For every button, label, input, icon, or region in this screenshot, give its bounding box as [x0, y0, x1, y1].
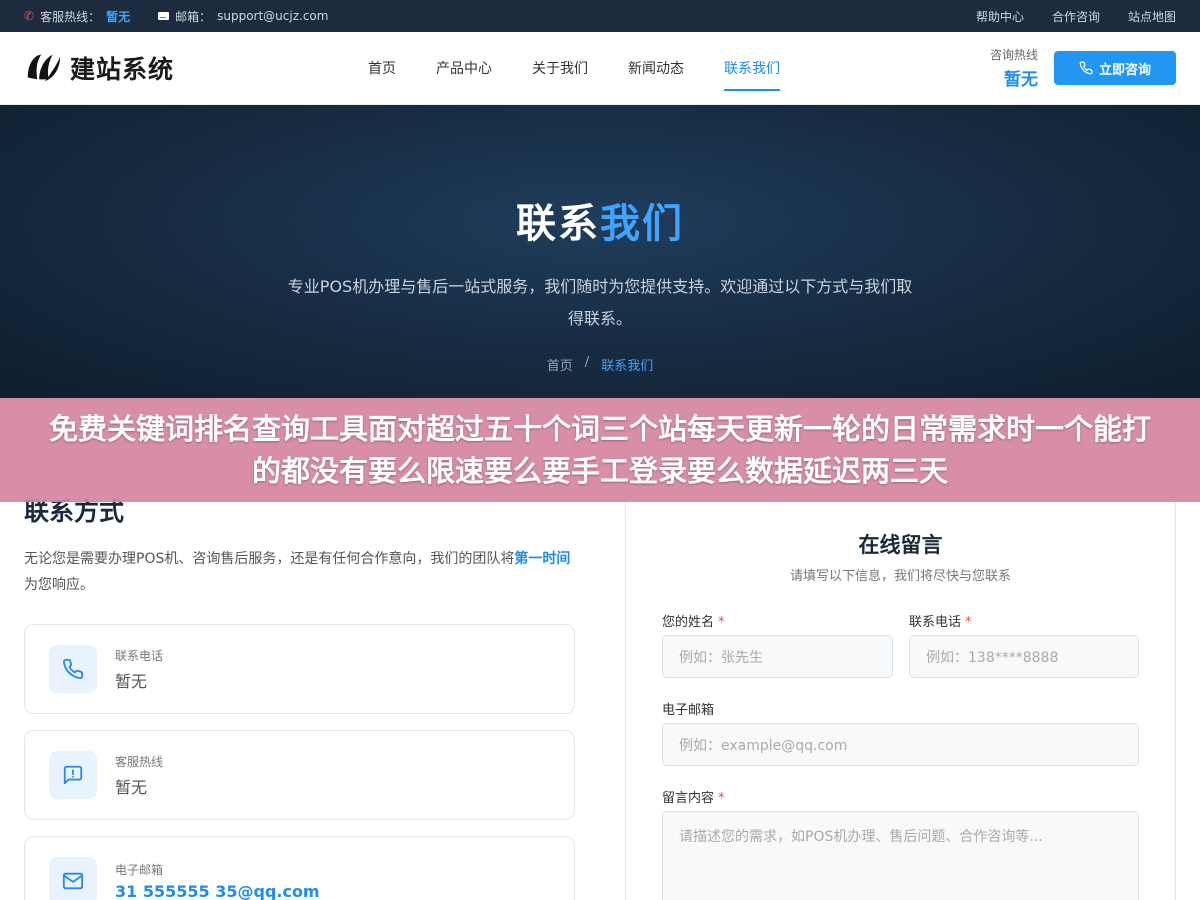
required-mark: * [965, 615, 972, 630]
required-mark: * [718, 791, 725, 806]
topbar-email: 邮箱： support@ucjz.com [158, 8, 328, 25]
contact-card-value: 暂无 [115, 671, 148, 691]
contact-card-label: 电子邮箱 [115, 863, 164, 877]
nav-news[interactable]: 新闻动态 [628, 33, 684, 103]
mail-icon [158, 12, 170, 20]
topbar-email-label: 邮箱： [175, 9, 212, 24]
name-label: 您的姓名 * [662, 611, 725, 630]
main-nav: 首页 产品中心 关于我们 新闻动态 联系我们 [368, 33, 780, 103]
nav-contact[interactable]: 联系我们 [724, 33, 780, 103]
contact-desc-suffix: 为您响应。 [24, 577, 94, 593]
message-label-text: 留言内容 [662, 791, 715, 806]
contact-desc-prefix: 无论您是需要办理POS机、咨询售后服务，还是有任何合作意向，我们的团队将 [24, 551, 515, 567]
form-subtitle: 请填写以下信息，我们将尽快与您联系 [789, 569, 1011, 584]
page-title: 联系我们 [0, 105, 1200, 249]
breadcrumb: 首页 / 联系我们 [0, 355, 1200, 374]
breadcrumb-current: 联系我们 [601, 359, 654, 374]
phone-label-text: 联系电话 [909, 615, 962, 630]
contact-card-email: 电子邮箱 31 555555 35@qq.com [24, 836, 575, 900]
nav-about[interactable]: 关于我们 [532, 33, 588, 103]
overlay-banner: 免费关键词排名查询工具面对超过五十个词三个站每天更新一轮的日常需求时一个能打的都… [0, 398, 1200, 502]
breadcrumb-separator: / [584, 355, 590, 370]
consult-button-label: 立即咨询 [1098, 62, 1151, 78]
message-label: 留言内容 * [662, 787, 725, 806]
site-header: 建站系统 首页 产品中心 关于我们 新闻动态 联系我们 咨询热线 暂无 立即咨询 [0, 32, 1200, 105]
email-label-text: 电子邮箱 [662, 703, 715, 718]
mail-icon [49, 857, 97, 900]
contact-info-section: 联系方式 无论您是需要办理POS机、咨询售后服务，还是有任何合作意向，我们的团队… [24, 492, 576, 598]
hero-subtitle: 专业POS机办理与售后一站式服务，我们随时为您提供支持。欢迎通过以下方式与我们取… [287, 277, 913, 328]
header-hotline-value: 暂无 [1004, 70, 1038, 90]
message-field[interactable]: 请描述您的需求，如POS机办理、售后问题、合作咨询等... [662, 811, 1139, 900]
contact-card-value: 暂无 [115, 777, 148, 797]
message-form: 在线留言 请填写以下信息，我们将尽快与您联系 您的姓名 * 例如：张先生 联系电话… [625, 490, 1176, 900]
email-label: 电子邮箱 [662, 699, 714, 718]
overlay-banner-text: 免费关键词排名查询工具面对超过五十个词三个站每天更新一轮的日常需求时一个能打的都… [48, 412, 1151, 488]
topbar-link-sitemap[interactable]: 站点地图 [1128, 8, 1176, 25]
contact-card-hotline: 客服热线 暂无 [24, 730, 575, 820]
email-field[interactable]: 例如：example@qq.com [662, 723, 1139, 766]
contact-card-label: 联系电话 [115, 648, 164, 663]
phone-label: 联系电话 * [909, 611, 972, 630]
logo-mark-icon [27, 54, 61, 82]
name-label-text: 您的姓名 [662, 615, 715, 630]
header-hotline: 咨询热线 暂无 [990, 46, 1038, 90]
contact-card-phone: 联系电话 暂无 [24, 624, 575, 714]
nav-products[interactable]: 产品中心 [436, 33, 492, 103]
phone-icon [1079, 61, 1093, 75]
topbar-hotline: ✆ 客服热线： 暂无 [24, 8, 130, 25]
required-mark: * [718, 615, 725, 630]
nav-home[interactable]: 首页 [368, 33, 396, 103]
hero-section: 联系我们 专业POS机办理与售后一站式服务，我们随时为您提供支持。欢迎通过以下方… [0, 105, 1200, 398]
page-title-main: 联系 [516, 201, 600, 247]
phone-icon [49, 645, 97, 693]
top-bar: ✆ 客服热线： 暂无 邮箱： support@ucjz.com 帮助中心 合作咨… [0, 0, 1200, 32]
chat-alert-icon [49, 751, 97, 799]
name-field[interactable]: 例如：张先生 [662, 635, 893, 678]
page-title-accent: 我们 [600, 201, 684, 247]
consult-button[interactable]: 立即咨询 [1054, 51, 1176, 85]
breadcrumb-home[interactable]: 首页 [547, 355, 573, 374]
topbar-link-cooperation[interactable]: 合作咨询 [1052, 8, 1100, 25]
contact-card-label: 客服热线 [115, 754, 164, 769]
contact-desc-highlight: 第一时间 [514, 551, 571, 567]
topbar-hotline-value: 暂无 [106, 9, 131, 24]
topbar-link-help[interactable]: 帮助中心 [976, 8, 1024, 25]
phone-icon: ✆ [24, 9, 35, 23]
topbar-email-value[interactable]: support@ucjz.com [217, 9, 328, 23]
logo-text: 建站系统 [70, 55, 175, 84]
contact-card-value[interactable]: 31 555555 35@qq.com [115, 882, 320, 900]
phone-field[interactable]: 例如：138****8888 [909, 635, 1139, 678]
form-title: 在线留言 [858, 533, 943, 557]
header-hotline-label: 咨询热线 [989, 48, 1038, 62]
contact-description: 无论您是需要办理POS机、咨询售后服务，还是有任何合作意向，我们的团队将第一时间… [24, 546, 576, 598]
logo[interactable]: 建站系统 [24, 49, 354, 87]
topbar-hotline-label: 客服热线： [40, 9, 101, 24]
